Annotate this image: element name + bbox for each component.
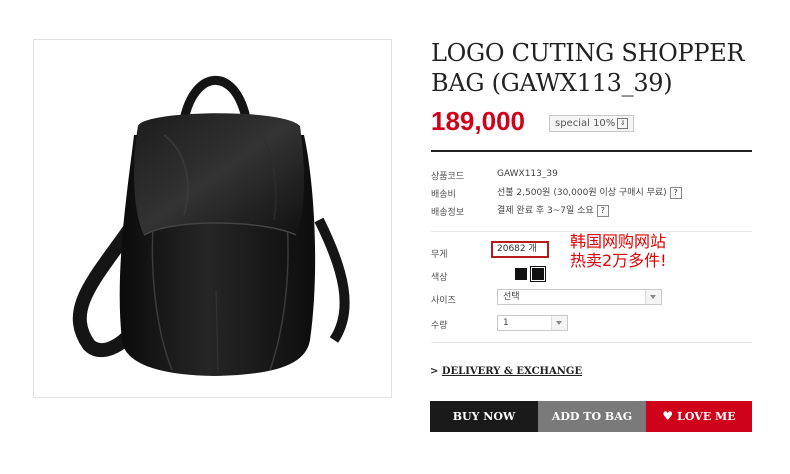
product-title: LOGO CUTING SHOPPER BAG (GAWX113_39) (431, 38, 771, 98)
delivery-exchange-link[interactable]: > DELIVERY & EXCHANGE (430, 366, 582, 377)
shipping-info-help-icon[interactable]: ? (596, 204, 609, 217)
quantity-chevron-down-icon (551, 316, 567, 330)
download-icon: ⇓ (617, 117, 629, 129)
shipping-info-label: 배송정보 (431, 208, 465, 218)
shipping-info-value: 결제 완료 후 3~7일 소요? (497, 203, 609, 217)
backpack-illustration (72, 75, 350, 376)
promo-annotation: 韩国网购网站 热卖2万多件! (570, 232, 667, 270)
quantity-label: 수량 (431, 321, 448, 331)
promo-line1: 韩国网购网站 (570, 232, 667, 251)
product-image (33, 39, 392, 398)
add-to-bag-button[interactable]: ADD TO BAG (538, 401, 646, 432)
color-label: 색상 (431, 273, 448, 283)
shipping-info-text: 결제 완료 후 3~7일 소요 (497, 206, 594, 216)
promo-line2: 热卖2万多件! (570, 251, 667, 270)
product-price: 189,000 (431, 106, 525, 136)
love-me-label: LOVE ME (677, 410, 736, 423)
love-me-button[interactable]: ♥ LOVE ME (646, 401, 752, 432)
special-discount-badge[interactable]: special 10% ⇓ (549, 115, 635, 132)
shipping-help-icon[interactable]: ? (669, 186, 682, 199)
buy-now-button[interactable]: BUY NOW (430, 401, 538, 432)
heart-icon: ♥ (662, 409, 674, 423)
buy-now-label: BUY NOW (452, 410, 516, 423)
size-select-value: 선택 (503, 292, 520, 302)
price-divider (431, 150, 752, 152)
quantity-select-value: 1 (503, 318, 509, 328)
product-code-value: GAWX113_39 (497, 169, 558, 179)
product-title-line1: LOGO CUTING SHOPPER (431, 39, 745, 67)
special-discount-label: special 10% (555, 118, 616, 129)
weight-label: 무게 (431, 250, 448, 260)
add-to-bag-label: ADD TO BAG (551, 410, 633, 423)
color-swatch-black-1[interactable] (515, 268, 527, 280)
delivery-prefix-icon: > (430, 366, 439, 377)
chevron-down-icon (645, 290, 661, 304)
size-label: 사이즈 (431, 296, 456, 306)
shipping-fee-label: 배송비 (431, 190, 456, 200)
options-divider (431, 342, 752, 343)
quantity-select[interactable]: 1 (497, 315, 568, 331)
size-select[interactable]: 선택 (497, 289, 662, 305)
shipping-fee-value: 선불 2,500원 (30,000원 이상 구매시 무료)? (497, 185, 682, 199)
stock-count-box: 20682 개 (491, 241, 549, 258)
color-swatch-black-2[interactable] (530, 266, 546, 282)
product-code-label: 상품코드 (431, 172, 465, 182)
product-title-line2: BAG (GAWX113_39) (431, 69, 673, 97)
shipping-fee-text: 선불 2,500원 (30,000원 이상 구매시 무료) (497, 188, 667, 198)
delivery-exchange-label: DELIVERY & EXCHANGE (441, 366, 583, 377)
